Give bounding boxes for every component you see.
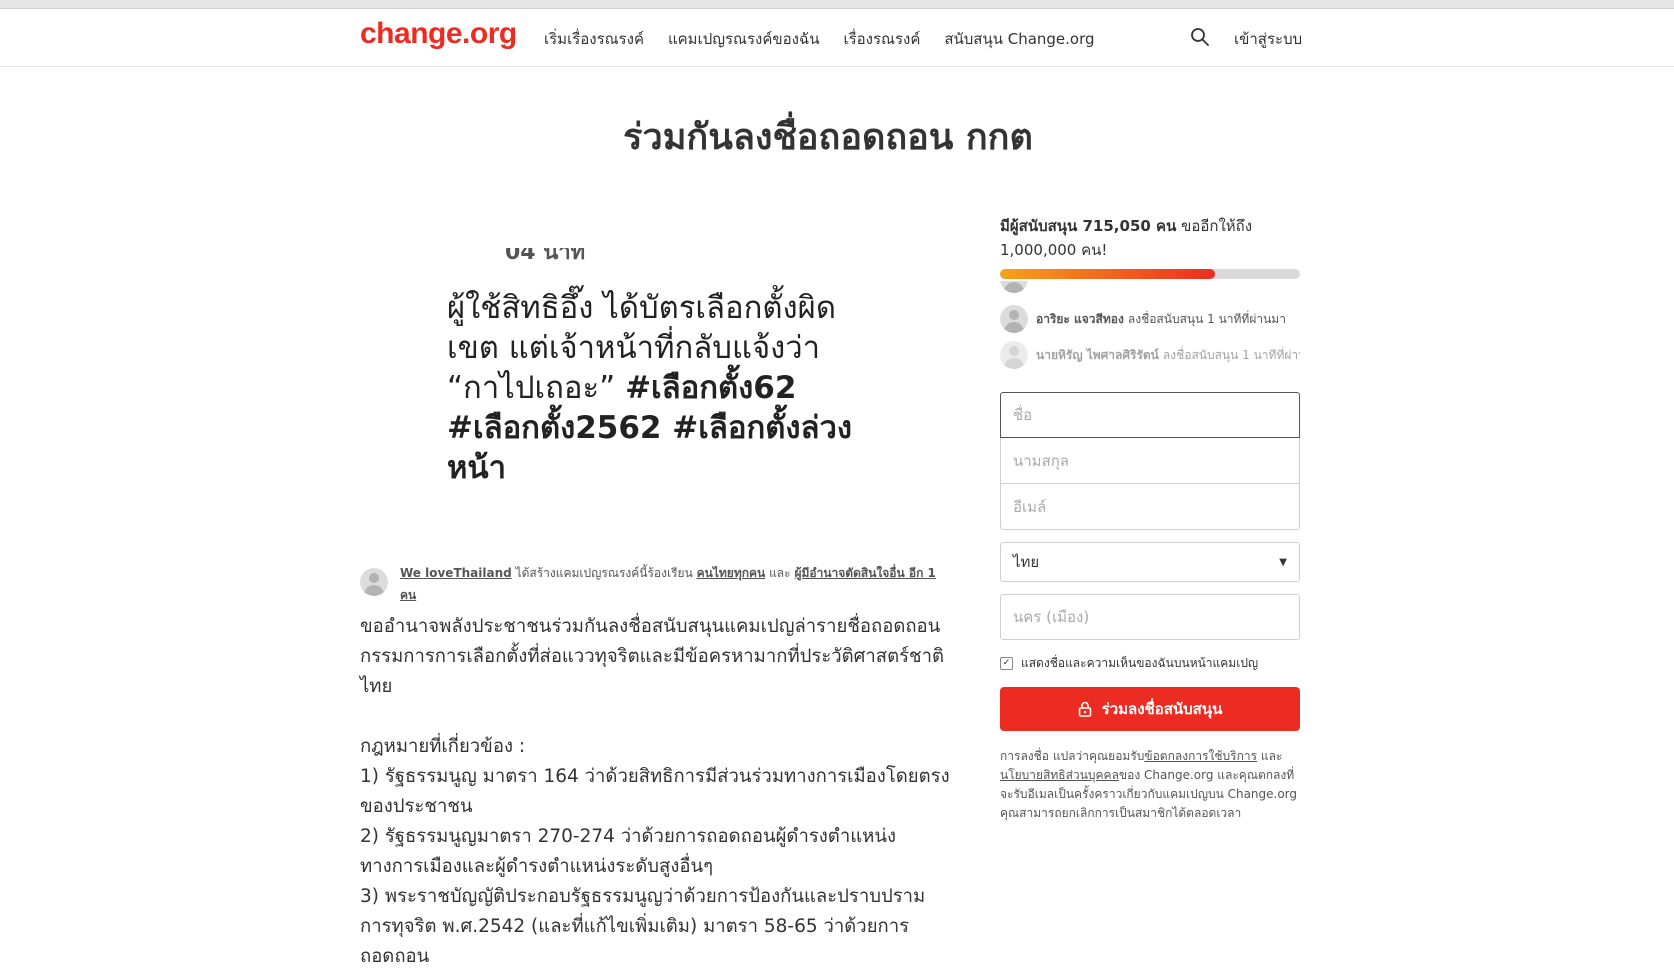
sign-sidebar: มีผู้สนับสนุน 715,050 คน ขออีกให้ถึง 1,0…: [1000, 214, 1300, 391]
sign-petition-button[interactable]: ร่วมลงชื่อสนับสนุน: [1000, 687, 1300, 731]
creator-and-text: และ: [769, 566, 791, 580]
browser-top-strip: [0, 0, 1674, 9]
terms-link[interactable]: ข้อตกลงการใช้บริการ: [1144, 749, 1257, 763]
country-selected-value: ไทย: [1013, 553, 1040, 571]
change-org-logo[interactable]: change.org: [360, 17, 517, 51]
progress-bar: [1000, 269, 1300, 279]
signer-avatar: [1000, 305, 1028, 333]
signer-action: ลงชื่อสนับสนุน 1 นาทีที่ผ่านมา: [1162, 347, 1300, 362]
signer-avatar: [1000, 281, 1028, 293]
signer-avatar: [1000, 341, 1028, 369]
target-link-1[interactable]: คนไทยทุกคน: [697, 566, 766, 580]
petition-title: ร่วมกันลงชื่อถอดถอน กกต: [623, 117, 1033, 158]
display-name-option: ✓ แสดงชื่อและความเห็นของฉันบนหน้าแคมเปญ: [1000, 654, 1300, 673]
law-item-3-continued: การทุจริต พ.ศ.2542 (และที่แก้ไขเพิ่มเติม…: [360, 916, 910, 967]
recent-signer: อาริยะ แจวสีทอง ลงชื่อสนับสนุน 1 นาทีที่…: [1000, 305, 1286, 333]
display-name-checkbox[interactable]: ✓: [1000, 657, 1013, 670]
laws-heading: กฎหมายที่เกี่ยวข้อง :: [360, 736, 526, 757]
law-item-2: 2) รัฐธรรมนูญมาตรา 270-274 ว่าด้วยการถอด…: [360, 826, 897, 877]
recent-signer: นายหิรัญ ไพศาลศิริรัตน์ ลงชื่อสนับสนุน 1…: [1000, 341, 1300, 369]
nav-browse[interactable]: เรื่องรณรงค์: [843, 27, 920, 51]
display-name-label: แสดงชื่อและความเห็นของฉันบนหน้าแคมเปญ: [1021, 656, 1259, 670]
creator-action-text: ได้สร้างแคมเปญรณรงค์นี้ร้องเรียน: [515, 566, 693, 580]
sign-form: ชื่อ นามสกุล อีเมล์ ไทย ▼ นคร (เมือง) ✓ …: [1000, 392, 1300, 823]
petition-media-image: 04 นาที ผู้ใช้สิทธิอึ๊ง ได้บัตรเลือกตั้ง…: [360, 248, 940, 518]
media-caption: ผู้ใช้สิทธิอึ๊ง ได้บัตรเลือกตั้งผิดเขต แ…: [447, 288, 867, 488]
media-cropped-text: 04 นาที: [505, 248, 586, 265]
creator-name-link[interactable]: We loveThailand: [400, 566, 512, 580]
legal-and: และ: [1257, 749, 1283, 763]
nav-membership[interactable]: สนับสนุน Change.org: [944, 27, 1094, 51]
progress-bar-fill: [1000, 269, 1215, 279]
body-intro: ขออำนาจพลังประชาชนร่วมกันลงชื่อสนับสนุนแ…: [360, 616, 944, 697]
recent-signer-partial: [1000, 281, 1028, 293]
supporter-count: มีผู้สนับสนุน 715,050 คน ขออีกให้ถึง 1,0…: [1000, 214, 1300, 262]
last-name-field[interactable]: นามสกุล: [1000, 438, 1300, 484]
site-header: change.org เริ่มเรื่องรณรงค์ แคมเปญรณรงค…: [0, 9, 1674, 67]
dropdown-arrow-icon: ▼: [1279, 556, 1287, 568]
recent-signers: อาริยะ แจวสีทอง ลงชื่อสนับสนุน 1 นาทีที่…: [1000, 281, 1300, 391]
signer-action: ลงชื่อสนับสนุน 1 นาทีที่ผ่านมา: [1127, 311, 1286, 326]
first-name-field[interactable]: ชื่อ: [1000, 392, 1300, 438]
country-select[interactable]: ไทย ▼: [1000, 542, 1300, 582]
legal-disclaimer: การลงชื่อ แปลว่าคุณยอมรับข้อตกลงการใช้บร…: [1000, 747, 1300, 823]
petition-body: ขออำนาจพลังประชาชนร่วมกันลงชื่อสนับสนุนแ…: [360, 612, 950, 972]
privacy-link[interactable]: นโยบายสิทธิส่วนบุคคล: [1000, 768, 1119, 782]
signer-name: นายหิรัญ ไพศาลศิริรัตน์: [1036, 347, 1159, 362]
login-link[interactable]: เข้าสู่ระบบ: [1234, 27, 1302, 51]
law-item-1: 1) รัฐธรรมนูญ มาตรา 164 ว่าด้วยสิทธิการม…: [360, 766, 950, 817]
search-icon[interactable]: [1190, 27, 1210, 47]
creator-info: We loveThailand ได้สร้างแคมเปญรณรงค์นี้ร…: [360, 562, 940, 606]
city-field[interactable]: นคร (เมือง): [1000, 594, 1300, 640]
law-item-3: 3) พระราชบัญญัติประกอบรัฐธรรมนูญว่าด้วยก…: [360, 886, 926, 907]
email-field[interactable]: อีเมล์: [1000, 484, 1300, 530]
nav-start-petition[interactable]: เริ่มเรื่องรณรงค์: [544, 27, 644, 51]
sign-button-label: ร่วมลงชื่อสนับสนุน: [1101, 700, 1223, 718]
creator-text: We loveThailand ได้สร้างแคมเปญรณรงค์นี้ร…: [400, 562, 940, 606]
creator-avatar: [360, 568, 388, 596]
nav-my-petitions[interactable]: แคมเปญรณรงค์ของฉัน: [668, 27, 819, 51]
legal-prefix: การลงชื่อ แปลว่าคุณยอมรับ: [1000, 749, 1145, 763]
signer-name: อาริยะ แจวสีทอง: [1036, 311, 1124, 326]
main-nav: เริ่มเรื่องรณรงค์ แคมเปญรณรงค์ของฉัน เรื…: [544, 27, 1095, 51]
supporters-label: มีผู้สนับสนุน 715,050 คน: [1000, 217, 1177, 235]
lock-icon: [1078, 701, 1091, 717]
